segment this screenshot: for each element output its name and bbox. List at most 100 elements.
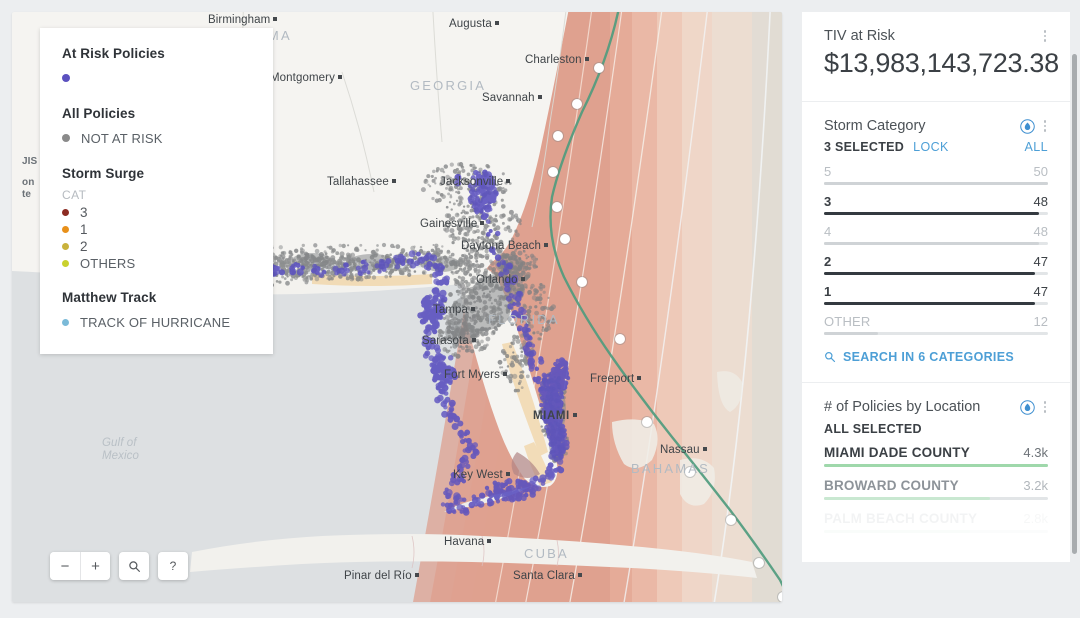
legend-item[interactable]: 2	[62, 238, 253, 255]
location-row-fill	[824, 497, 990, 500]
legend-group-storm-surge: Storm Surge CAT 3 1 2 OTHERS	[62, 166, 253, 272]
legend-color-dot	[62, 209, 69, 216]
tiv-card-title: TIV at Risk	[824, 28, 895, 44]
location-row-fill	[824, 530, 970, 533]
legend-item-label: 3	[80, 205, 88, 220]
right-sidebar[interactable]: TIV at Risk $13,983,143,723.38 Storm Cat…	[802, 12, 1070, 602]
storm-category-row-fill	[824, 272, 1035, 275]
policies-all-selected-label: ALL SELECTED	[824, 422, 922, 436]
policies-by-location-header-icons	[1019, 399, 1049, 415]
location-row[interactable]: BROWARD COUNTY 3.2k	[824, 478, 1048, 500]
legend-item[interactable]: 3	[62, 204, 253, 221]
storm-category-row-fill	[824, 302, 1035, 305]
map-region-label: GEORGIA	[410, 78, 487, 93]
location-row-top: BROWARD COUNTY 3.2k	[824, 478, 1048, 493]
location-row-track	[824, 464, 1048, 467]
zoom-out-button[interactable]: −	[50, 552, 80, 580]
storm-category-row-fill	[824, 182, 1048, 185]
location-row-track	[824, 530, 1048, 533]
location-row-name: PALM BEACH COUNTY	[824, 511, 978, 526]
location-row[interactable]: MIAMI DADE COUNTY 4.3k	[824, 445, 1048, 467]
location-row[interactable]: PALM BEACH COUNTY 2.8k	[824, 511, 1048, 533]
legend-item-label: TRACK OF HURRICANE	[80, 314, 231, 330]
legend-group-all-policies: All Policies NOT AT RISK	[62, 106, 253, 148]
storm-category-row-name: 2	[824, 254, 832, 269]
storm-category-row-name: OTHER	[824, 314, 871, 329]
storm-category-row-name: 4	[824, 224, 832, 239]
location-row-track	[824, 497, 1048, 500]
storm-category-row-track	[824, 332, 1048, 335]
flame-circle-icon[interactable]	[1019, 399, 1035, 415]
legend-group-title: Matthew Track	[62, 290, 157, 305]
map-city-label: Pinar del Río	[344, 570, 419, 582]
map-help-button[interactable]: ?	[158, 552, 188, 580]
legend-group-at-risk-policies: At Risk Policies	[62, 46, 253, 88]
zoom-in-button[interactable]: +	[80, 552, 110, 580]
legend-color-dot	[62, 243, 69, 250]
map-city-label: Tallahassee	[327, 176, 396, 188]
storm-category-header-icons	[1019, 118, 1049, 134]
storm-category-selected-count: 3 SELECTED	[824, 140, 905, 154]
storm-category-kebab-menu-icon[interactable]	[1042, 118, 1049, 134]
legend-color-dot	[62, 134, 70, 142]
storm-category-card: Storm Category 3 SELECTED LOCK ALL 5 50 …	[802, 102, 1070, 383]
map-search-button[interactable]	[119, 552, 149, 580]
storm-category-row[interactable]: 5 50	[824, 164, 1048, 185]
search-in-categories-button[interactable]: SEARCH IN 6 CATEGORIES	[824, 350, 1048, 364]
storm-category-row[interactable]: 2 47	[824, 254, 1048, 275]
app-root: GEORGIA FLORIDA CUBA BAHAMAS ALABAMA Bir…	[0, 0, 1080, 618]
policies-by-location-kebab-menu-icon[interactable]	[1042, 399, 1049, 415]
storm-category-row-value: 12	[1033, 314, 1048, 329]
storm-category-row-top: OTHER 12	[824, 314, 1048, 329]
legend-group-matthew-track: Matthew Track TRACK OF HURRICANE	[62, 290, 253, 332]
location-row-top: MIAMI DADE COUNTY 4.3k	[824, 445, 1048, 460]
legend-item-label: OTHERS	[80, 256, 136, 271]
storm-category-lock-link[interactable]: LOCK	[913, 140, 949, 154]
map-city-label: Freeport	[590, 373, 641, 385]
map-city-label: Charleston	[525, 54, 589, 66]
zoom-control-group[interactable]: − +	[50, 552, 110, 580]
storm-category-row[interactable]: 4 48	[824, 224, 1048, 245]
storm-category-row[interactable]: 1 47	[824, 284, 1048, 305]
storm-category-row-name: 3	[824, 194, 832, 209]
map-clipped-label: JIS	[22, 156, 38, 167]
storm-category-row[interactable]: 3 48	[824, 194, 1048, 215]
tiv-at-risk-card: TIV at Risk $13,983,143,723.38	[802, 12, 1070, 102]
tiv-card-header: TIV at Risk	[824, 28, 1048, 44]
storm-category-row[interactable]: OTHER 12	[824, 314, 1048, 335]
location-row-top: PALM BEACH COUNTY 2.8k	[824, 511, 1048, 526]
legend-item[interactable]: NOT AT RISK	[62, 128, 253, 148]
map-city-label: Augusta	[449, 18, 499, 30]
storm-category-row-track	[824, 212, 1048, 215]
map-sea-label: Gulf of Mexico	[102, 437, 139, 463]
flame-circle-icon[interactable]	[1019, 118, 1035, 134]
map-city-label: Santa Clara	[513, 570, 582, 582]
legend-item[interactable]	[62, 68, 253, 88]
storm-category-header: Storm Category	[824, 118, 1048, 134]
policies-by-location-card: # of Policies by Location ALL SELECTED M…	[802, 383, 1070, 563]
legend-item[interactable]: OTHERS	[62, 255, 253, 272]
tiv-kebab-menu-icon[interactable]	[1042, 28, 1049, 44]
storm-category-row-value: 48	[1033, 194, 1048, 209]
legend-group-title: At Risk Policies	[62, 46, 165, 61]
storm-category-row-top: 2 47	[824, 254, 1048, 269]
map-legend[interactable]: At Risk Policies All Policies NOT AT RIS…	[40, 28, 273, 354]
location-row-name: BROWARD COUNTY	[824, 478, 959, 493]
map-city-label: Daytona Beach	[461, 240, 548, 252]
map-city-label: Tampa	[433, 304, 475, 316]
legend-item[interactable]: TRACK OF HURRICANE	[62, 312, 253, 332]
map-region-label: BAHAMAS	[631, 461, 710, 476]
map-city-label: Savannah	[482, 92, 542, 104]
map-city-label: Fort Myers	[444, 369, 507, 381]
storm-category-selection-left: 3 SELECTED LOCK	[824, 140, 949, 154]
legend-item[interactable]: 1	[62, 221, 253, 238]
search-icon	[825, 352, 836, 363]
storm-category-all-link[interactable]: ALL	[1025, 140, 1048, 154]
storm-category-title: Storm Category	[824, 118, 926, 134]
legend-group-title: All Policies	[62, 106, 136, 121]
storm-category-row-value: 48	[1033, 224, 1048, 239]
storm-category-row-value: 50	[1033, 164, 1048, 179]
map-controls[interactable]: − + ?	[50, 552, 188, 580]
sidebar-scrollbar-thumb[interactable]	[1072, 54, 1077, 554]
legend-group-title: Storm Surge	[62, 166, 145, 181]
